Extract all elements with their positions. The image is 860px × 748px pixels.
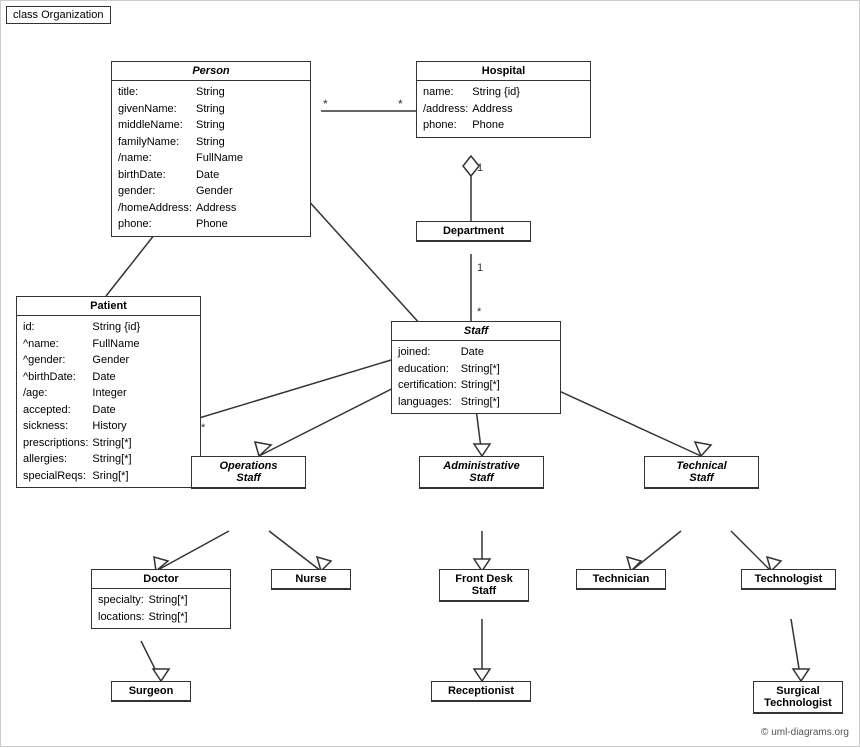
class-department-title: Department (417, 222, 530, 241)
class-surgical-technologist-title: Surgical Technologist (754, 682, 842, 713)
class-person-body: title:String givenName:String middleName… (112, 81, 310, 236)
class-surgeon-title: Surgeon (112, 682, 190, 701)
class-patient: Patient id:String {id} ^name:FullName ^g… (16, 296, 201, 488)
class-staff: Staff joined:Date education:String[*] ce… (391, 321, 561, 414)
class-person: Person title:String givenName:String mid… (111, 61, 311, 237)
class-technical-staff-title: Technical Staff (645, 457, 758, 488)
class-department: Department (416, 221, 531, 242)
svg-text:*: * (201, 422, 206, 434)
class-surgeon: Surgeon (111, 681, 191, 702)
svg-text:1: 1 (477, 262, 483, 274)
class-person-title: Person (112, 62, 310, 81)
class-patient-title: Patient (17, 297, 200, 316)
copyright-label: © uml-diagrams.org (761, 727, 849, 738)
class-nurse: Nurse (271, 569, 351, 590)
class-technician-title: Technician (577, 570, 665, 589)
class-operations-staff: Operations Staff (191, 456, 306, 489)
class-technologist: Technologist (741, 569, 836, 590)
class-hospital-title: Hospital (417, 62, 590, 81)
diagram-title: class Organization (6, 6, 111, 24)
class-doctor: Doctor specialty:String[*] locations:Str… (91, 569, 231, 629)
class-operations-staff-title: Operations Staff (192, 457, 305, 488)
class-surgical-technologist: Surgical Technologist (753, 681, 843, 714)
svg-text:*: * (323, 97, 328, 111)
class-hospital-body: name:String {id} /address:Address phone:… (417, 81, 590, 137)
class-technician: Technician (576, 569, 666, 590)
diagram-container: class Organization * * 1 * 1 * (0, 0, 860, 747)
class-technologist-title: Technologist (742, 570, 835, 589)
class-front-desk-staff: Front Desk Staff (439, 569, 529, 602)
class-staff-body: joined:Date education:String[*] certific… (392, 341, 560, 413)
class-patient-body: id:String {id} ^name:FullName ^gender:Ge… (17, 316, 200, 487)
class-nurse-title: Nurse (272, 570, 350, 589)
svg-text:*: * (477, 306, 482, 318)
class-receptionist-title: Receptionist (432, 682, 530, 701)
class-technical-staff: Technical Staff (644, 456, 759, 489)
class-administrative-staff-title: Administrative Staff (420, 457, 543, 488)
class-administrative-staff: Administrative Staff (419, 456, 544, 489)
svg-text:1: 1 (477, 162, 483, 174)
svg-text:*: * (398, 97, 403, 111)
class-hospital: Hospital name:String {id} /address:Addre… (416, 61, 591, 138)
class-receptionist: Receptionist (431, 681, 531, 702)
class-front-desk-staff-title: Front Desk Staff (440, 570, 528, 601)
class-staff-title: Staff (392, 322, 560, 341)
class-doctor-body: specialty:String[*] locations:String[*] (92, 589, 230, 628)
class-doctor-title: Doctor (92, 570, 230, 589)
